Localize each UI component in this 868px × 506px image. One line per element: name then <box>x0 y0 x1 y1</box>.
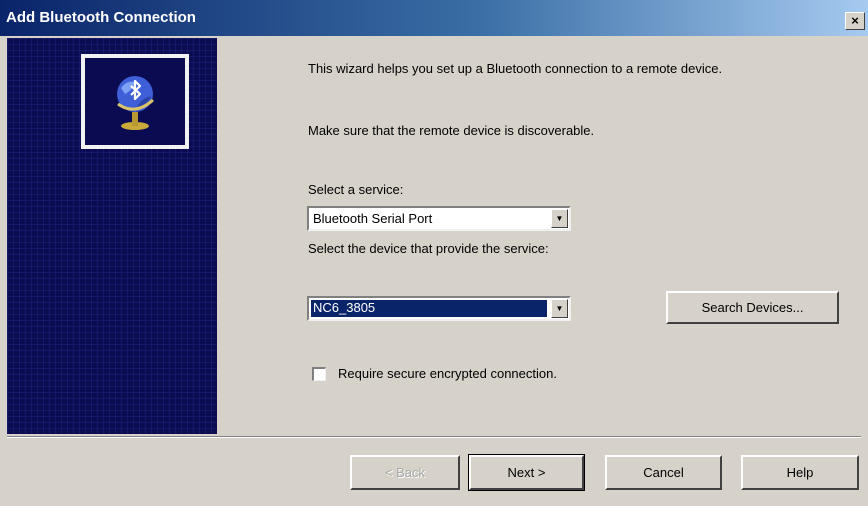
chevron-down-icon[interactable]: ▼ <box>551 209 568 228</box>
secure-connection-label[interactable]: Require secure encrypted connection. <box>338 365 557 382</box>
device-dropdown[interactable]: NC6_3805 ▼ <box>307 296 571 321</box>
device-label: Select the device that provide the servi… <box>308 241 549 256</box>
discoverable-note: Make sure that the remote device is disc… <box>308 123 595 138</box>
bluetooth-globe-icon <box>117 76 154 130</box>
next-button[interactable]: Next > <box>468 454 585 491</box>
wizard-side-panel <box>7 38 217 434</box>
device-dropdown-value: NC6_3805 <box>311 300 547 317</box>
window-title: Add Bluetooth Connection <box>6 9 196 26</box>
service-dropdown[interactable]: Bluetooth Serial Port ▼ <box>307 206 571 231</box>
chevron-down-icon[interactable]: ▼ <box>551 299 568 318</box>
wizard-content: This wizard helps you set up a Bluetooth… <box>217 38 868 434</box>
back-button[interactable]: < Back <box>350 455 460 490</box>
intro-text: This wizard helps you set up a Bluetooth… <box>308 61 723 76</box>
wizard-logo-frame <box>81 54 189 149</box>
secure-connection-checkbox[interactable] <box>312 367 326 381</box>
footer-separator <box>7 436 861 438</box>
title-bar[interactable]: Add Bluetooth Connection × <box>0 0 868 36</box>
help-button[interactable]: Help <box>741 455 859 490</box>
search-devices-button[interactable]: Search Devices... <box>666 291 839 324</box>
close-button[interactable]: × <box>845 12 865 30</box>
add-bluetooth-connection-dialog: Add Bluetooth Connection × This wizard h… <box>0 0 868 506</box>
close-icon: × <box>851 13 859 28</box>
service-dropdown-value: Bluetooth Serial Port <box>313 211 433 226</box>
service-label: Select a service: <box>308 182 404 197</box>
cancel-button[interactable]: Cancel <box>605 455 722 490</box>
